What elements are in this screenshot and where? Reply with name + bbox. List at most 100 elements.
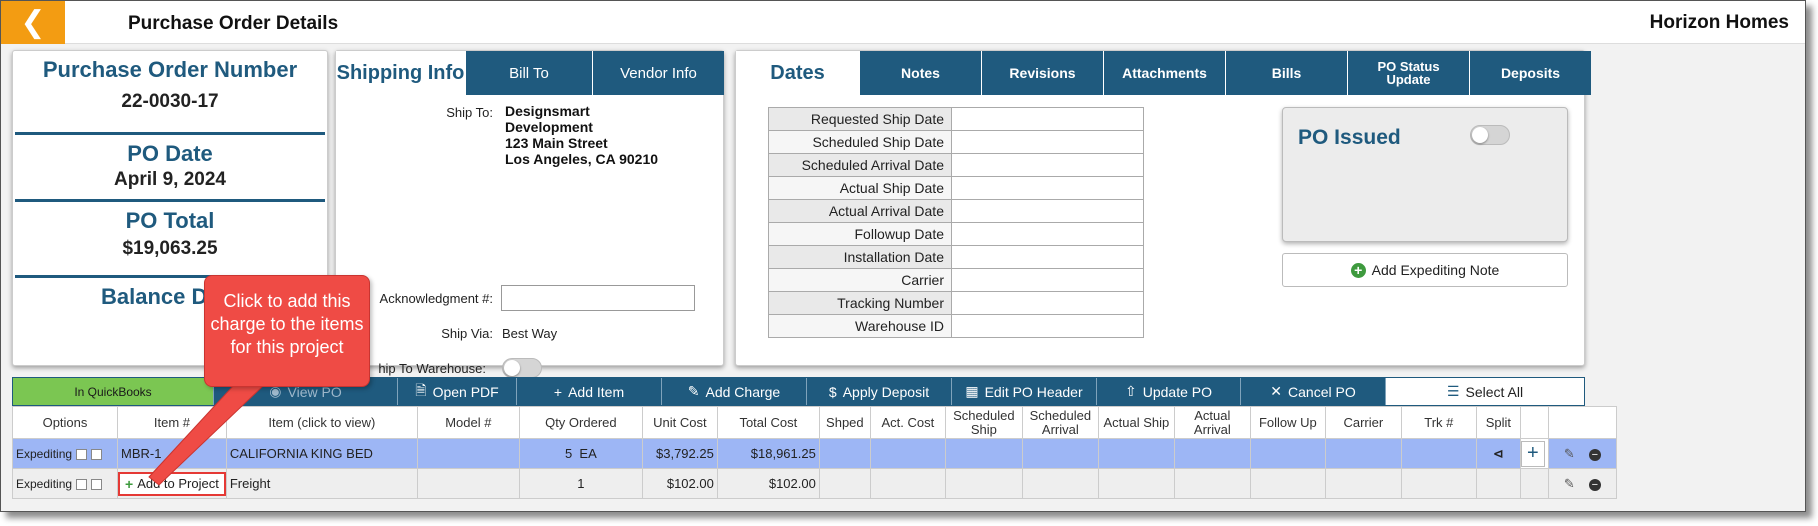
quickbooks-status: In QuickBooks <box>13 378 214 405</box>
ship-to-warehouse-toggle[interactable] <box>502 358 542 378</box>
actual-arrival-cell <box>1173 468 1251 499</box>
item-no-cell: MBR-1 <box>117 438 227 469</box>
tab-bill-to[interactable]: Bill To <box>466 51 593 95</box>
add-item-label: Add Item <box>568 383 625 400</box>
split-icon[interactable]: ⊲ <box>1493 446 1504 461</box>
date-value-field[interactable] <box>951 153 1144 177</box>
po-total-label: PO Total <box>125 208 215 233</box>
option-link[interactable]: Expediting <box>16 477 72 491</box>
tab-po-status-update[interactable]: PO Status Update <box>1348 51 1470 95</box>
tab-shipping-info[interactable]: Shipping Info <box>336 51 466 95</box>
split-cell: ⊲ <box>1475 438 1521 469</box>
item-link[interactable]: Freight <box>225 468 418 499</box>
open-pdf-button[interactable]: 🗎 Open PDF <box>398 378 517 405</box>
apply-deposit-button[interactable]: $ Apply Deposit <box>807 378 952 405</box>
actions-cell: ✎ − <box>1547 468 1617 499</box>
tab-dates[interactable]: Dates <box>736 51 860 95</box>
edit-icon[interactable] <box>76 478 88 490</box>
ship-to-line: Development <box>505 119 593 135</box>
pencil-icon[interactable]: ✎ <box>1564 446 1575 461</box>
add-charge-label: Add Charge <box>705 383 781 400</box>
add-expediting-note-button[interactable]: + Add Expediting Note <box>1282 253 1568 287</box>
actual-arrival-cell <box>1173 438 1251 469</box>
po-total-value: $19,063.25 <box>122 238 218 259</box>
po-number-block: Purchase Order Number 22-0030-17 <box>15 51 325 135</box>
date-value-field[interactable] <box>951 130 1144 154</box>
col-shped: Shped <box>818 406 871 439</box>
add-sub-button[interactable]: + <box>1521 440 1545 467</box>
update-po-button[interactable]: ⇧ Update PO <box>1097 378 1241 405</box>
model-cell <box>416 468 520 499</box>
trk-cell <box>1400 438 1477 469</box>
tab-vendor-info[interactable]: Vendor Info <box>593 51 724 95</box>
col-model: Model # <box>416 406 520 439</box>
date-value-field[interactable] <box>951 245 1144 269</box>
sched-arrival-cell <box>1021 438 1099 469</box>
date-value-field[interactable] <box>951 222 1144 246</box>
date-label: Scheduled Arrival Date <box>768 153 952 177</box>
tab-attachments[interactable]: Attachments <box>1104 51 1226 95</box>
dollar-icon: $ <box>828 383 837 400</box>
pencil-icon[interactable]: ✎ <box>1564 476 1575 491</box>
date-label: Followup Date <box>768 222 952 246</box>
col-act-cost: Act. Cost <box>869 406 946 439</box>
col-total-cost: Total Cost <box>716 406 820 439</box>
ship-via-value: Best Way <box>502 326 558 341</box>
date-row: Scheduled Arrival Date <box>768 153 1144 177</box>
po-total-block: PO Total $19,063.25 <box>15 202 325 278</box>
date-row: Warehouse ID <box>768 314 1144 338</box>
date-row: Installation Date <box>768 245 1144 269</box>
trk-cell <box>1400 468 1477 499</box>
pdf-icon: 🗎 <box>415 381 427 398</box>
date-label: Actual Arrival Date <box>768 199 952 223</box>
edit-icon[interactable] <box>76 448 88 460</box>
actual-ship-cell <box>1097 438 1175 469</box>
option-link[interactable]: Expediting <box>16 447 72 461</box>
shipping-card: Shipping Info Bill To Vendor Info Ship T… <box>335 50 724 378</box>
date-label: Actual Ship Date <box>768 176 952 200</box>
top-bar: ❮ Purchase Order Details Horizon Homes <box>1 1 1805 44</box>
table-icon[interactable] <box>91 478 103 490</box>
tab-notes[interactable]: Notes <box>860 51 982 95</box>
add-to-project-button[interactable]: + Add to Project <box>118 471 226 496</box>
cancel-po-button[interactable]: ✕ Cancel PO <box>1241 378 1386 405</box>
date-label: Scheduled Ship Date <box>768 130 952 154</box>
date-value-field[interactable] <box>951 107 1144 131</box>
list-icon: ☰ <box>1446 383 1460 399</box>
date-value-field[interactable] <box>951 268 1144 292</box>
date-value-field[interactable] <box>951 291 1144 315</box>
item-link[interactable]: CALIFORNIA KING BED <box>225 438 418 469</box>
edit-po-header-label: Edit PO Header <box>984 383 1083 400</box>
col-item: Item (click to view) <box>225 406 418 439</box>
date-row: Tracking Number <box>768 291 1144 315</box>
tab-deposits[interactable]: Deposits <box>1470 51 1591 95</box>
add-charge-button[interactable]: ✎ Add Charge <box>662 378 807 405</box>
edit-po-header-button[interactable]: ▦ Edit PO Header <box>952 378 1097 405</box>
table-row[interactable]: Expediting MBR-1 CALIFORNIA KING BED 5 E… <box>12 438 1617 469</box>
tab-bills[interactable]: Bills <box>1226 51 1348 95</box>
remove-icon[interactable]: − <box>1588 479 1601 491</box>
remove-icon[interactable]: − <box>1588 449 1601 461</box>
total-cost-cell: $18,961.25 <box>716 438 820 469</box>
add-item-button[interactable]: + Add Item <box>517 378 662 405</box>
option-cell: Expediting <box>12 468 118 499</box>
table-icon[interactable] <box>91 448 103 460</box>
qty-value: 1 <box>577 476 585 491</box>
back-button[interactable]: ❮ <box>1 1 65 44</box>
add-to-project-label: Add to Project <box>137 476 219 491</box>
date-value-field[interactable] <box>951 199 1144 223</box>
company-name: Horizon Homes <box>1649 12 1789 33</box>
date-label: Carrier <box>768 268 952 292</box>
qty-value: 5 <box>564 446 573 461</box>
po-number-value: 22-0030-17 <box>121 91 219 112</box>
items-table: Options Item # Item (click to view) Mode… <box>12 406 1617 499</box>
table-row[interactable]: Expediting + Add to Project Freight 1 $10… <box>12 468 1617 499</box>
toggle-knob <box>504 360 520 376</box>
po-issued-toggle[interactable] <box>1470 125 1510 145</box>
date-value-field[interactable] <box>951 314 1144 338</box>
select-all-button[interactable]: ☰ Select All <box>1386 378 1584 405</box>
po-number-label: Purchase Order Number <box>42 57 298 82</box>
acknowledgment-input[interactable] <box>501 285 695 311</box>
tab-revisions[interactable]: Revisions <box>982 51 1104 95</box>
date-value-field[interactable] <box>951 176 1144 200</box>
